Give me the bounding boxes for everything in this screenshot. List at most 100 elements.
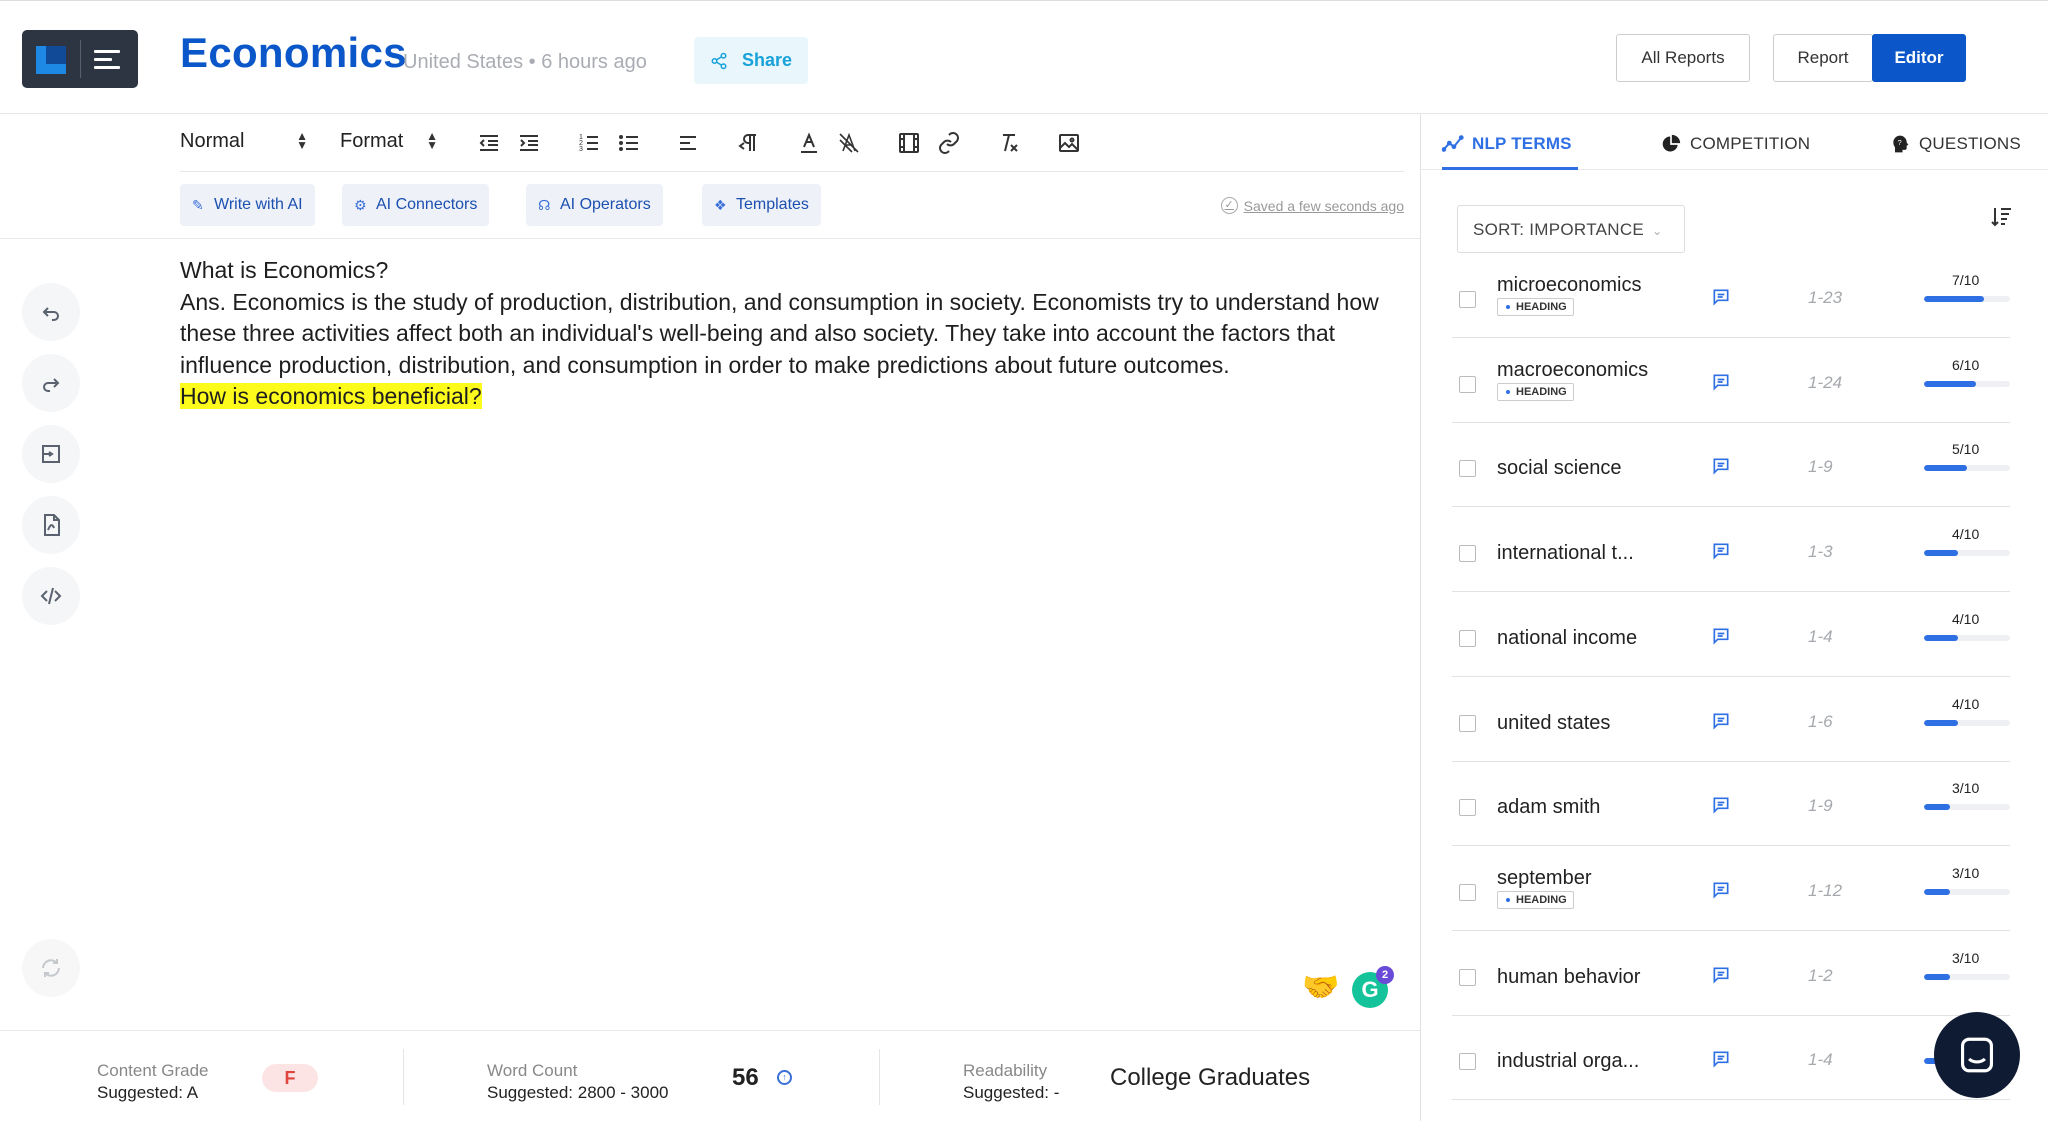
write-with-ai-button[interactable]: ✎ Write with AI (180, 184, 315, 226)
term-row[interactable]: united states 1-6 4/10 (1452, 678, 2010, 762)
term-checkbox[interactable] (1459, 291, 1476, 308)
term-row[interactable]: industrial orga... 1-4 (1452, 1016, 2010, 1101)
term-checkbox[interactable] (1459, 883, 1476, 901)
term-row[interactable]: international t... 1-3 4/10 (1452, 508, 2010, 593)
comment-icon[interactable] (1711, 456, 1731, 476)
handshake-icon[interactable]: 🤝 (1302, 970, 1339, 1005)
term-checkbox[interactable] (1459, 545, 1476, 563)
comment-icon[interactable] (1711, 965, 1731, 985)
term-usage-range: 1-23 (1808, 288, 1843, 307)
term-checkbox[interactable] (1459, 968, 1476, 986)
text-direction-icon[interactable] (736, 130, 762, 156)
bullet-list-icon[interactable] (616, 130, 642, 156)
top-header: Economics United States • 6 hours ago Sh… (0, 0, 2048, 114)
info-icon[interactable]: ↑ (777, 1070, 792, 1085)
document-title: Economics (180, 29, 407, 76)
term-row[interactable]: human behavior 1-2 3/10 (1452, 932, 2010, 1016)
importance-bar (1924, 634, 2010, 641)
outline-icon (42, 445, 60, 463)
link-icon[interactable] (936, 130, 962, 156)
comment-icon[interactable] (1711, 880, 1731, 900)
tab-competition[interactable]: COMPETITION (1660, 134, 1810, 154)
app-logo-menu[interactable] (22, 30, 138, 88)
undo-button[interactable] (22, 283, 80, 341)
comment-icon[interactable] (1711, 372, 1731, 392)
term-row[interactable]: social science 1-9 5/10 (1452, 423, 2010, 508)
highlighted-text[interactable]: How is economics beneficial? (180, 383, 482, 409)
sync-button[interactable] (22, 939, 80, 997)
indent-icon[interactable] (516, 130, 542, 156)
importance-bar (1924, 465, 2010, 472)
active-tab-indicator (1442, 167, 1578, 170)
comment-icon[interactable] (1711, 795, 1731, 815)
right-panel-border (1420, 114, 1421, 1121)
tab-nlp-terms[interactable]: NLP TERMS (1442, 134, 1572, 154)
ai-operators-label: AI Operators (560, 196, 651, 213)
format-value: Format (340, 130, 404, 152)
document-meta: United States • 6 hours ago (403, 51, 647, 74)
sort-order-icon[interactable] (1990, 205, 2014, 229)
toolbar-divider (0, 238, 1420, 239)
sort-select[interactable]: SORT: IMPORTANCE ⌄ (1457, 205, 1685, 253)
all-reports-button[interactable]: All Reports (1616, 34, 1750, 82)
highlight-color-icon[interactable] (836, 130, 862, 156)
grammarly-button[interactable]: G 2 (1352, 966, 1394, 1008)
comment-icon[interactable] (1711, 1049, 1731, 1069)
term-row[interactable]: adam smith 1-9 3/10 (1452, 762, 2010, 847)
answer-paragraph[interactable]: Ans. Economics is the study of productio… (180, 287, 1390, 382)
highlighted-line[interactable]: How is economics beneficial? (180, 381, 1390, 413)
tab-nlp-terms-label: NLP TERMS (1472, 134, 1572, 153)
term-checkbox[interactable] (1459, 375, 1476, 393)
saved-status[interactable]: ✓ Saved a few seconds ago (1220, 197, 1404, 214)
redo-button[interactable] (22, 354, 80, 412)
tab-questions[interactable]: ? QUESTIONS (1889, 134, 2021, 154)
heading-tag: HEADING (1497, 298, 1574, 316)
term-usage-range: 1-4 (1808, 626, 1833, 646)
term-row[interactable]: september HEADING 1-12 3/10 (1452, 847, 2010, 931)
check-circle-icon: ✓ (1220, 197, 1238, 214)
term-usage-range: 1-4 (1808, 1050, 1833, 1070)
block-style-select[interactable]: Normal ▲ ▼ (180, 130, 308, 153)
outline-button[interactable] (22, 425, 80, 483)
font-color-icon[interactable] (796, 130, 822, 156)
importance-bar (1924, 804, 2010, 811)
editor-button[interactable]: Editor (1872, 34, 1966, 82)
report-button[interactable]: Report (1773, 34, 1873, 82)
outdent-icon[interactable] (476, 130, 502, 156)
comment-icon[interactable] (1711, 626, 1731, 646)
format-select[interactable]: Format ▲ ▼ (340, 130, 438, 153)
templates-button[interactable]: ❖ Templates (702, 184, 821, 226)
term-checkbox[interactable] (1459, 1053, 1476, 1071)
chat-launcher-button[interactable] (1934, 1012, 2020, 1098)
question-line[interactable]: What is Economics? (180, 255, 1390, 287)
chat-icon (1960, 1037, 1994, 1073)
ordered-list-icon[interactable]: 123 (576, 130, 602, 156)
editor-content[interactable]: What is Economics? Ans. Economics is the… (180, 255, 1390, 413)
comment-icon[interactable] (1711, 287, 1731, 307)
comment-icon[interactable] (1711, 711, 1731, 731)
term-name: microeconomics (1497, 274, 1642, 296)
term-checkbox[interactable] (1459, 460, 1476, 478)
video-icon[interactable] (896, 130, 922, 156)
term-row[interactable]: macroeconomics HEADING 1-24 6/10 (1452, 339, 2010, 423)
comment-icon[interactable] (1711, 541, 1731, 561)
ai-operators-button[interactable]: ☊ AI Operators (526, 184, 663, 226)
clear-format-icon[interactable] (996, 130, 1022, 156)
sort-select-label: SORT: IMPORTANCE (1473, 220, 1645, 239)
term-row[interactable]: microeconomics HEADING 1-23 7/10 (1452, 254, 2010, 338)
ai-connectors-button[interactable]: ⚙ AI Connectors (342, 184, 490, 226)
align-left-icon[interactable] (676, 130, 702, 156)
term-checkbox[interactable] (1459, 629, 1476, 647)
word-count-suggested: Suggested: 2800 - 3000 (487, 1083, 669, 1102)
menu-icon[interactable] (94, 48, 122, 70)
term-name: national income (1497, 626, 1638, 649)
embed-code-button[interactable] (22, 567, 80, 625)
export-pdf-button[interactable] (22, 496, 80, 554)
share-button[interactable]: Share (694, 37, 808, 84)
term-checkbox[interactable] (1459, 714, 1476, 732)
term-row[interactable]: national income 1-4 4/10 (1452, 593, 2010, 677)
image-icon[interactable] (1056, 130, 1082, 156)
term-checkbox[interactable] (1459, 799, 1476, 817)
grammarly-icon: G (1361, 977, 1379, 1002)
term-score: 4/10 (1952, 526, 1980, 543)
